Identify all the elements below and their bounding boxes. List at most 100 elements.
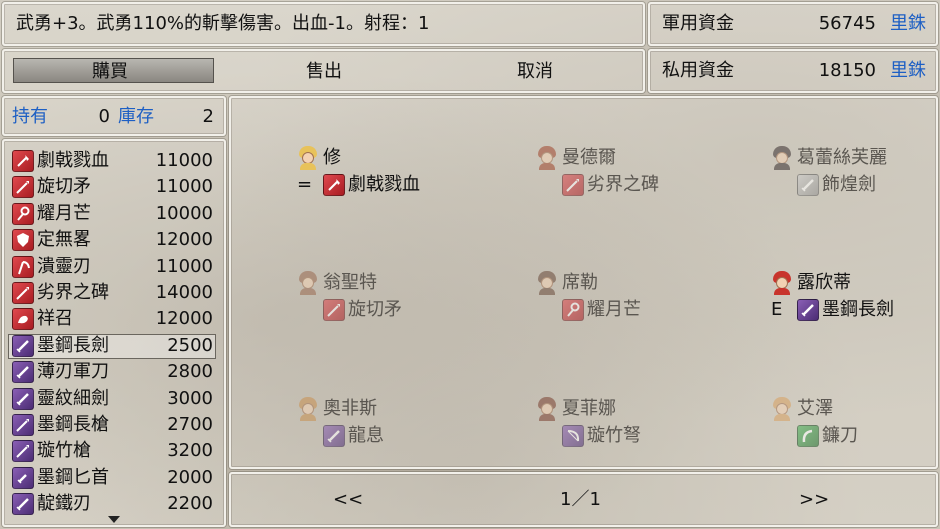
- page-indicator: 1／1: [560, 489, 601, 510]
- shop-item-name[interactable]: 耀月芒: [37, 202, 91, 226]
- own-label: 持有: [12, 106, 48, 127]
- army-funds-window: 軍用資金 56745 里銖: [648, 2, 938, 46]
- shop-item-price: 12000: [155, 308, 213, 330]
- dragon-icon: [12, 308, 34, 331]
- axe-icon: [323, 174, 345, 196]
- character-weapon-name: 劇戟戮血: [348, 174, 420, 195]
- shop-item-price: 10000: [155, 202, 213, 224]
- help-window: 武勇+3。武勇110%的斬擊傷害。出血-1。射程：1: [2, 2, 645, 46]
- shop-item-price: 2500: [167, 334, 213, 356]
- sell-button[interactable]: 售出: [306, 60, 342, 84]
- sword-icon: [12, 387, 34, 410]
- character-weapon-name: 墨鋼長劍: [822, 299, 894, 320]
- shop-item-price: 2000: [167, 466, 213, 488]
- own-value: 0: [98, 106, 110, 127]
- stock-window: 持有 0 庫存 2: [2, 96, 226, 136]
- character-name[interactable]: 奧非斯: [323, 397, 377, 421]
- private-funds-window: 私用資金 18150 里銖: [648, 49, 938, 93]
- next-page-button[interactable]: >>: [799, 488, 829, 512]
- sickle-icon: [797, 425, 819, 447]
- character-portrait-icon: [536, 146, 558, 170]
- character-name[interactable]: 露欣蒂: [797, 271, 851, 295]
- sword-icon: [12, 334, 34, 357]
- shop-item-price: 11000: [155, 150, 213, 171]
- character-portrait-icon: [297, 271, 319, 295]
- shop-item-name[interactable]: 旋切矛: [37, 175, 91, 199]
- army-funds-value: 56745: [818, 13, 876, 34]
- item-description: 武勇+3。武勇110%的斬擊傷害。出血-1。射程：1: [16, 13, 430, 34]
- shop-item-name[interactable]: 墨鋼匕首: [37, 466, 109, 490]
- shop-item-name[interactable]: 薄刃軍刀: [37, 360, 109, 384]
- army-funds-label: 軍用資金: [662, 13, 734, 34]
- sword-icon: [797, 174, 819, 196]
- sword-icon: [12, 361, 34, 384]
- sword-icon: [323, 425, 345, 447]
- shop-item-name[interactable]: 劇戟戮血: [37, 149, 109, 173]
- character-portrait-icon: [536, 271, 558, 295]
- shop-item-price: 3000: [167, 387, 213, 409]
- character-name[interactable]: 夏菲娜: [562, 397, 616, 421]
- shop-item-price: 11000: [155, 176, 213, 198]
- shop-item-name[interactable]: 劣界之碑: [37, 281, 109, 305]
- staff-icon: [12, 202, 34, 225]
- character-weapon-name: 鐮刀: [822, 425, 858, 446]
- character-name[interactable]: 修: [323, 146, 341, 170]
- character-portrait-icon: [771, 146, 793, 170]
- cancel-button[interactable]: 取消: [517, 60, 553, 84]
- shop-item-name[interactable]: 璇竹槍: [37, 439, 91, 463]
- shop-item-name[interactable]: 祥召: [37, 307, 73, 331]
- command-window: 購買 售出 取消: [2, 49, 645, 93]
- army-funds-unit: 里銖: [890, 13, 926, 34]
- character-weapon-name: 劣界之碑: [587, 174, 659, 195]
- sword-icon: [797, 299, 819, 321]
- equip-status-marker: =: [297, 174, 313, 195]
- pager-window: << 1／1 >>: [229, 472, 938, 527]
- character-name[interactable]: 曼德爾: [562, 146, 616, 170]
- character-name[interactable]: 席勒: [562, 271, 598, 295]
- shop-item-name[interactable]: 墨鋼長槍: [37, 413, 109, 437]
- character-name[interactable]: 艾澤: [797, 397, 833, 421]
- dagger-icon: [12, 466, 34, 489]
- shop-item-price: 2700: [167, 414, 213, 435]
- character-portrait-icon: [297, 146, 319, 170]
- shop-item-name[interactable]: 靛鐵刃: [37, 492, 91, 516]
- equip-status-marker: E: [771, 299, 783, 320]
- shop-item-price: 2800: [167, 361, 213, 383]
- character-weapon-name: 耀月芒: [587, 299, 641, 320]
- spear-icon: [323, 299, 345, 321]
- store-value: 2: [202, 106, 214, 127]
- sword-icon: [12, 493, 34, 516]
- prev-page-button[interactable]: <<: [333, 488, 363, 512]
- staff-icon: [562, 299, 584, 321]
- character-portrait-icon: [297, 397, 319, 421]
- character-portrait-icon: [536, 397, 558, 421]
- shield-icon: [12, 229, 34, 252]
- character-portrait-icon: [771, 271, 793, 295]
- character-weapon-name: 飾煌劍: [822, 174, 876, 195]
- shop-item-price: 2200: [167, 493, 213, 515]
- private-funds-label: 私用資金: [662, 60, 734, 81]
- spear-icon: [12, 282, 34, 304]
- scroll-down-arrow-icon[interactable]: [108, 516, 120, 523]
- character-weapon-name: 璇竹弩: [587, 425, 641, 446]
- axe-icon: [12, 150, 34, 172]
- shop-item-price: 12000: [155, 229, 213, 251]
- scythe-icon: [12, 255, 34, 278]
- spear-icon: [12, 440, 34, 463]
- shop-item-name[interactable]: 靈紋細劍: [37, 387, 109, 411]
- character-portrait-icon: [771, 397, 793, 421]
- bow-icon: [562, 425, 584, 447]
- spear-icon: [12, 414, 34, 436]
- buy-button[interactable]: 購買: [92, 60, 128, 84]
- shop-item-name[interactable]: 定無畧: [37, 228, 91, 252]
- private-funds-value: 18150: [818, 60, 876, 81]
- shop-item-name[interactable]: 潰靈刃: [37, 255, 91, 279]
- shop-item-name[interactable]: 墨鋼長劍: [37, 334, 109, 358]
- private-funds-unit: 里銖: [890, 60, 926, 81]
- spear-icon: [12, 176, 34, 199]
- character-name[interactable]: 翁聖特: [323, 271, 377, 295]
- character-name[interactable]: 葛蕾絲芙麗: [797, 146, 887, 170]
- spear-icon: [562, 174, 584, 196]
- shop-item-price: 3200: [167, 440, 213, 462]
- character-weapon-name: 旋切矛: [348, 299, 402, 320]
